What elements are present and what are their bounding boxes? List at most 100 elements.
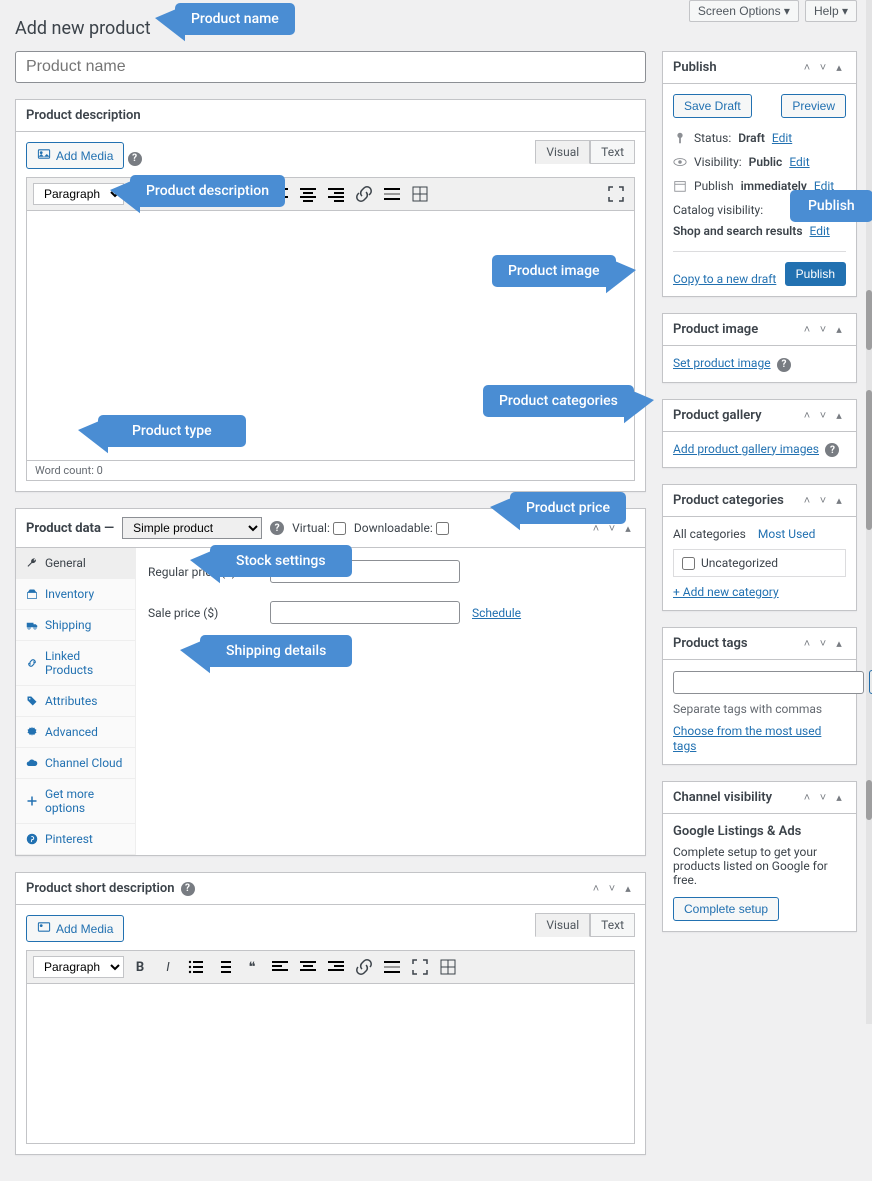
caret-up-icon[interactable]: ▴	[832, 323, 846, 337]
product-title-input[interactable]	[15, 51, 646, 83]
help-icon[interactable]: ?	[825, 443, 839, 457]
save-draft-button[interactable]: Save Draft	[673, 94, 752, 118]
caret-up-icon[interactable]: ▴	[832, 637, 846, 651]
ul-icon[interactable]	[184, 182, 208, 206]
link-icon[interactable]	[352, 955, 376, 979]
copy-draft-link[interactable]: Copy to a new draft	[673, 272, 776, 286]
chevron-up-icon[interactable]: ˄	[800, 323, 814, 337]
chevron-up-icon[interactable]: ˄	[800, 61, 814, 75]
fullscreen-icon[interactable]	[408, 955, 432, 979]
chevron-up-icon[interactable]: ˄	[800, 494, 814, 508]
pd-tab-attributes[interactable]: Attributes	[16, 686, 135, 717]
italic-icon[interactable]: I	[156, 955, 180, 979]
pd-tab-general[interactable]: General	[16, 548, 135, 579]
help-icon[interactable]: ?	[270, 521, 284, 535]
caret-up-icon[interactable]: ▴	[621, 521, 635, 535]
format-select-short[interactable]: Paragraph	[33, 956, 124, 978]
status-edit-link[interactable]: Edit	[772, 131, 792, 145]
help-icon[interactable]: ?	[777, 358, 791, 372]
caret-up-icon[interactable]: ▴	[832, 408, 846, 422]
publish-date-edit-link[interactable]: Edit	[814, 179, 834, 193]
align-center-icon[interactable]	[296, 182, 320, 206]
pd-tab-linked[interactable]: Linked Products	[16, 641, 135, 686]
help-icon[interactable]: ?	[128, 152, 142, 166]
bold-icon[interactable]: B	[128, 182, 152, 206]
chevron-down-icon[interactable]: ˅	[816, 494, 830, 508]
editor-body[interactable]	[26, 211, 635, 461]
chevron-down-icon[interactable]: ˅	[605, 521, 619, 535]
publish-button[interactable]: Publish	[785, 262, 846, 286]
regular-price-input[interactable]	[270, 560, 460, 583]
table-icon[interactable]	[436, 955, 460, 979]
pd-tab-inventory[interactable]: Inventory	[16, 579, 135, 610]
add-media-button[interactable]: Add Media	[26, 142, 124, 169]
chevron-up-icon[interactable]: ˄	[589, 521, 603, 535]
category-uncategorized[interactable]: Uncategorized	[682, 556, 837, 570]
help-icon[interactable]: ?	[181, 882, 195, 896]
add-gallery-images-link[interactable]: Add product gallery images	[673, 442, 819, 456]
text-tab-short[interactable]: Text	[590, 913, 635, 937]
bold-icon[interactable]: B	[128, 955, 152, 979]
align-left-icon[interactable]	[268, 182, 292, 206]
table-icon[interactable]	[408, 182, 432, 206]
visibility-edit-link[interactable]: Edit	[789, 155, 809, 169]
pd-tab-shipping[interactable]: Shipping	[16, 610, 135, 641]
scrollbar[interactable]	[866, 0, 872, 1024]
caret-up-icon[interactable]: ▴	[832, 61, 846, 75]
cat-tab-all[interactable]: All categories	[673, 527, 746, 541]
ol-icon[interactable]	[212, 955, 236, 979]
screen-options-btn[interactable]: Screen Options ▾	[689, 0, 799, 22]
chevron-up-icon[interactable]: ˄	[800, 791, 814, 805]
visual-tab-short[interactable]: Visual	[535, 913, 590, 937]
align-left-icon[interactable]	[268, 955, 292, 979]
virtual-checkbox[interactable]	[333, 522, 346, 535]
pd-tab-pinterest[interactable]: Pinterest	[16, 824, 135, 855]
chevron-up-icon[interactable]: ˄	[800, 408, 814, 422]
ol-icon[interactable]: 123	[212, 182, 236, 206]
complete-setup-button[interactable]: Complete setup	[673, 897, 779, 921]
caret-up-icon[interactable]: ▴	[832, 494, 846, 508]
link-icon[interactable]	[352, 182, 376, 206]
chevron-up-icon[interactable]: ˄	[800, 637, 814, 651]
help-btn[interactable]: Help ▾	[805, 0, 857, 22]
readmore-icon[interactable]	[380, 955, 404, 979]
pd-tab-more-options[interactable]: Get more options	[16, 779, 135, 824]
chevron-down-icon[interactable]: ˅	[605, 882, 619, 896]
fullscreen-icon[interactable]	[604, 182, 628, 206]
sale-price-input[interactable]	[270, 601, 460, 624]
pd-tab-advanced[interactable]: Advanced	[16, 717, 135, 748]
quote-icon[interactable]: ❝	[240, 955, 264, 979]
tag-input[interactable]	[673, 671, 864, 694]
set-product-image-link[interactable]: Set product image	[673, 356, 771, 370]
pd-tab-channel-cloud[interactable]: Channel Cloud	[16, 748, 135, 779]
caret-up-icon[interactable]: ▴	[621, 882, 635, 896]
readmore-icon[interactable]	[380, 182, 404, 206]
downloadable-checkbox[interactable]	[436, 522, 449, 535]
add-media-button-short[interactable]: Add Media	[26, 915, 124, 942]
italic-icon[interactable]: I	[156, 182, 180, 206]
caret-up-icon[interactable]: ▴	[832, 791, 846, 805]
ul-icon[interactable]	[184, 955, 208, 979]
uncategorized-checkbox[interactable]	[682, 557, 695, 570]
schedule-link[interactable]: Schedule	[472, 606, 521, 620]
align-center-icon[interactable]	[296, 955, 320, 979]
chevron-down-icon[interactable]: ˅	[816, 323, 830, 337]
add-new-category-link[interactable]: + Add new category	[673, 585, 779, 599]
align-right-icon[interactable]	[324, 182, 348, 206]
catalog-edit-link[interactable]: Edit	[810, 224, 830, 238]
chevron-down-icon[interactable]: ˅	[816, 61, 830, 75]
editor-body-short[interactable]	[26, 984, 635, 1144]
visual-tab[interactable]: Visual	[535, 140, 590, 164]
chevron-down-icon[interactable]: ˅	[816, 408, 830, 422]
format-select[interactable]: Paragraph	[33, 183, 124, 205]
align-right-icon[interactable]	[324, 955, 348, 979]
quote-icon[interactable]: ❝	[240, 182, 264, 206]
choose-tags-link[interactable]: Choose from the most used tags	[673, 724, 821, 753]
chevron-down-icon[interactable]: ˅	[816, 637, 830, 651]
cat-tab-most-used[interactable]: Most Used	[758, 527, 816, 541]
text-tab[interactable]: Text	[590, 140, 635, 164]
chevron-down-icon[interactable]: ˅	[816, 791, 830, 805]
product-type-select[interactable]: Simple product	[122, 517, 262, 539]
chevron-up-icon[interactable]: ˄	[589, 882, 603, 896]
preview-button[interactable]: Preview	[781, 94, 846, 118]
